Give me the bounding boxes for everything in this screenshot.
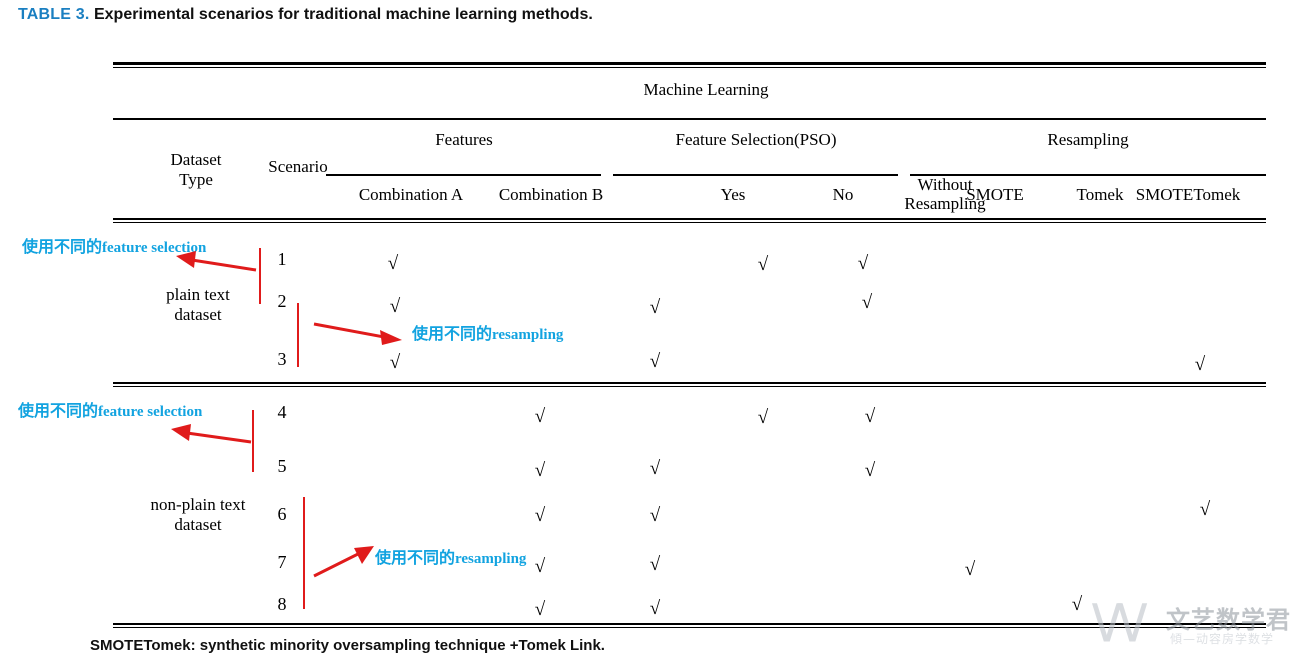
rule-under-column-heads-inner — [113, 222, 1266, 223]
dataset-type-plain-line2: dataset — [174, 305, 222, 325]
annotation-2-latin: resampling — [492, 327, 564, 343]
check-r2-combination-a: √ — [389, 296, 401, 317]
check-r3-combination-a: √ — [389, 352, 401, 373]
header-dataset-type: Dataset Type — [141, 150, 251, 191]
check-r4-without-resampling: √ — [864, 406, 876, 427]
check-r6-combination-b: √ — [534, 505, 546, 526]
check-r6-smotetomek: √ — [1199, 499, 1211, 520]
table-caption: TABLE 3. Experimental scenarios for trad… — [18, 6, 593, 24]
cell-scenario-3: 3 — [277, 349, 287, 369]
table: Machine Learning Features Feature Select… — [113, 62, 1266, 632]
header-machine-learning: Machine Learning — [643, 80, 769, 99]
rule-between-dataset-blocks-inner — [113, 386, 1266, 387]
cell-scenario-6: 6 — [277, 504, 287, 524]
check-r7-yes: √ — [649, 554, 661, 575]
rule-table-top — [113, 62, 1266, 65]
dataset-type-nonplain-line1: non-plain text — [150, 495, 246, 514]
cell-scenario-1: 1 — [277, 249, 287, 269]
header-col-yes: Yes — [720, 185, 746, 204]
rule-under-supergroup — [113, 118, 1266, 120]
check-r4-combination-b: √ — [534, 406, 546, 427]
cell-scenario-7: 7 — [277, 552, 287, 572]
dataset-type-nonplain-line2: dataset — [174, 515, 222, 535]
check-r2-yes: √ — [649, 297, 661, 318]
arrow-feature-selection-2 — [171, 424, 252, 444]
check-r1-without-resampling: √ — [857, 253, 869, 274]
watermark: \/\/ 文艺数学君 傾—动容房学数学 — [1092, 596, 1307, 658]
check-r3-yes: √ — [649, 351, 661, 372]
annotation-feature-selection-2: 使用不同的feature selection — [18, 397, 202, 421]
header-group-resampling: Resampling — [1047, 130, 1129, 149]
annotation-resampling-1: 使用不同的resampling — [412, 320, 563, 344]
arrow-resampling-2 — [313, 546, 374, 578]
header-group-feature-selection: Feature Selection(PSO) — [675, 130, 837, 149]
rule-table-top-inner — [113, 67, 1266, 68]
header-group-features: Features — [435, 130, 493, 149]
annotation-resampling-2: 使用不同的resampling — [375, 544, 526, 568]
check-r7-combination-b: √ — [534, 556, 546, 577]
annotation-1-cjk: 使用不同的 — [22, 237, 103, 256]
check-r8-tomek: √ — [1071, 594, 1083, 615]
arrow-feature-selection-1 — [176, 251, 257, 272]
check-r2-without-resampling: √ — [861, 292, 873, 313]
cell-scenario-8: 8 — [277, 594, 287, 614]
annotation-2-cjk: 使用不同的 — [412, 324, 493, 343]
rule-under-features-group — [326, 174, 601, 176]
rule-between-dataset-blocks — [113, 382, 1266, 384]
dataset-type-plain-line1: plain text — [166, 285, 230, 304]
check-r8-combination-b: √ — [534, 599, 546, 620]
header-scenario: Scenario — [268, 157, 328, 176]
annotation-3-latin: feature selection — [98, 404, 203, 420]
cell-scenario-4: 4 — [277, 402, 287, 422]
table-footnote: SMOTETomek: synthetic minority oversampl… — [90, 637, 605, 654]
header-col-smotetomek: SMOTETomek — [1135, 185, 1241, 204]
check-r4-no: √ — [757, 407, 769, 428]
header-dataset-type-line1: Dataset — [170, 150, 222, 169]
check-r1-no: √ — [757, 254, 769, 275]
check-r5-combination-b: √ — [534, 460, 546, 481]
cell-scenario-2: 2 — [277, 291, 287, 311]
cell-scenario-5: 5 — [277, 456, 287, 476]
check-r6-yes: √ — [649, 505, 661, 526]
check-r5-without-resampling: √ — [864, 460, 876, 481]
watermark-logo-icon: \/\/ — [1092, 594, 1147, 648]
arrow-resampling-1 — [313, 322, 402, 345]
bracket-resampling-1 — [297, 303, 299, 367]
cell-dataset-type-plain-text: plain text dataset — [131, 285, 265, 326]
watermark-subtitle: 傾—动容房学数学 — [1170, 632, 1275, 646]
table-number: TABLE 3. — [18, 6, 90, 23]
annotation-4-latin: resampling — [455, 551, 527, 567]
header-col-combination-b: Combination B — [498, 185, 604, 204]
caption-text: Experimental scenarios for traditional m… — [93, 6, 593, 23]
check-r1-combination-a: √ — [387, 253, 399, 274]
cell-dataset-type-non-plain-text: non-plain text dataset — [121, 495, 275, 536]
header-col-no: No — [832, 185, 854, 204]
header-dataset-type-line2: Type — [179, 170, 213, 190]
rule-under-feature-selection-group — [613, 174, 898, 176]
annotation-3-cjk: 使用不同的 — [18, 401, 99, 420]
annotation-4-cjk: 使用不同的 — [375, 548, 456, 567]
check-r8-yes: √ — [649, 598, 661, 619]
check-r5-yes: √ — [649, 458, 661, 479]
bracket-resampling-2 — [303, 497, 305, 609]
check-r3-smotetomek: √ — [1194, 354, 1206, 375]
check-r7-smote: √ — [964, 559, 976, 580]
rule-under-column-heads — [113, 218, 1266, 220]
